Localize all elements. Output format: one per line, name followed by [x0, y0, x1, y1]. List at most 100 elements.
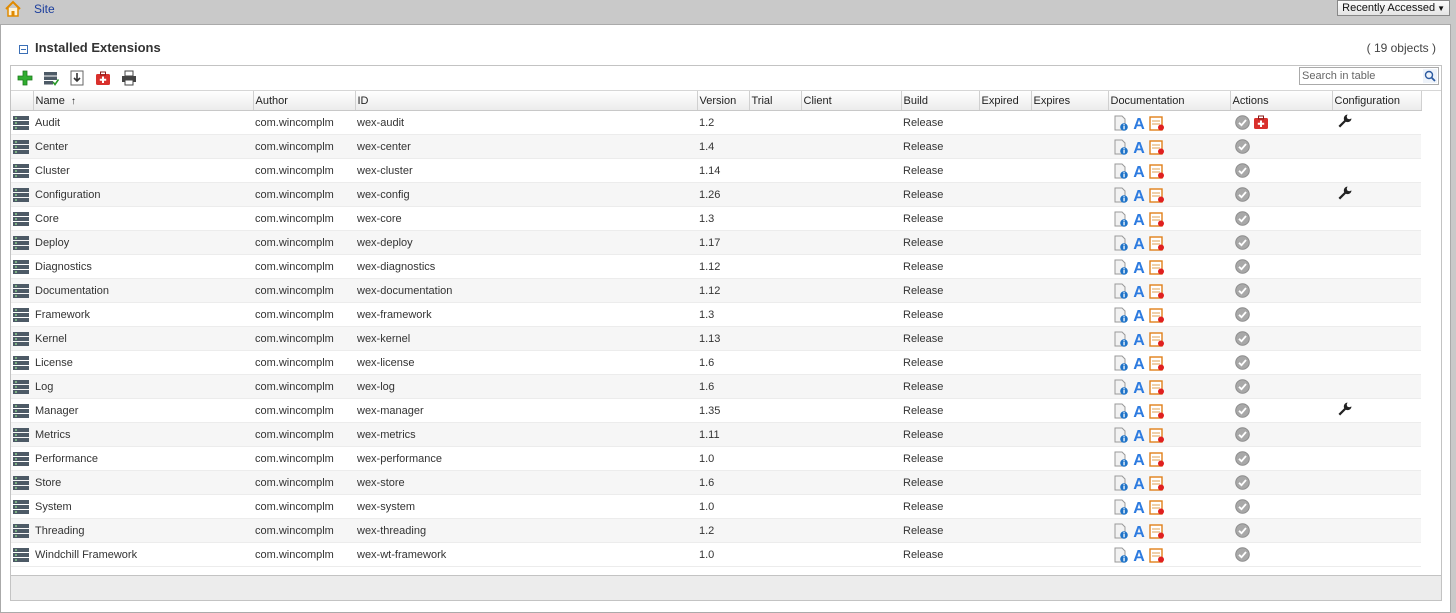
cell-name[interactable]: System	[33, 494, 253, 519]
status-ok-icon[interactable]	[1235, 211, 1250, 226]
cell-name[interactable]: Performance	[33, 446, 253, 471]
api-doc-icon[interactable]: A	[1132, 235, 1146, 251]
collapse-icon[interactable]	[19, 45, 28, 54]
cell-name[interactable]: Manager	[33, 398, 253, 423]
site-link[interactable]: Site	[34, 2, 55, 16]
column-header-expired[interactable]: Expired	[979, 91, 1032, 111]
cell-name[interactable]: Diagnostics	[33, 254, 253, 279]
api-doc-icon[interactable]: A	[1132, 283, 1146, 299]
table-row[interactable]: Center com.wincomplm wex-center 1.4 Release A	[11, 134, 1421, 159]
cell-name[interactable]: Documentation	[33, 278, 253, 303]
api-doc-icon[interactable]: A	[1132, 139, 1146, 155]
status-ok-icon[interactable]	[1235, 403, 1250, 418]
status-ok-icon[interactable]	[1235, 259, 1250, 274]
table-row[interactable]: Framework com.wincomplm wex-framework 1.3 Re…	[11, 302, 1421, 327]
status-ok-icon[interactable]	[1235, 283, 1250, 298]
status-ok-icon[interactable]	[1235, 547, 1250, 562]
cell-name[interactable]: Kernel	[33, 326, 253, 351]
info-doc-icon[interactable]	[1113, 211, 1129, 227]
info-doc-icon[interactable]	[1113, 547, 1129, 563]
info-doc-icon[interactable]	[1113, 283, 1129, 299]
api-doc-icon[interactable]: A	[1132, 499, 1146, 515]
status-ok-icon[interactable]	[1235, 331, 1250, 346]
info-doc-icon[interactable]	[1113, 139, 1129, 155]
wrench-icon[interactable]	[1334, 401, 1353, 420]
info-doc-icon[interactable]	[1113, 355, 1129, 371]
info-doc-icon[interactable]	[1113, 115, 1129, 131]
changelog-icon[interactable]	[1149, 403, 1165, 419]
changelog-icon[interactable]	[1149, 475, 1165, 491]
changelog-icon[interactable]	[1149, 283, 1165, 299]
status-ok-icon[interactable]	[1235, 163, 1250, 178]
api-doc-icon[interactable]: A	[1132, 331, 1146, 347]
status-ok-icon[interactable]	[1235, 307, 1250, 322]
table-row[interactable]: Store com.wincomplm wex-store 1.6 Release A	[11, 470, 1421, 495]
column-header-name[interactable]: Name ↑	[33, 91, 254, 111]
cell-name[interactable]: Store	[33, 470, 253, 495]
changelog-icon[interactable]	[1149, 355, 1165, 371]
changelog-icon[interactable]	[1149, 235, 1165, 251]
table-row[interactable]: Log com.wincomplm wex-log 1.6 Release A	[11, 374, 1421, 399]
cell-name[interactable]: Audit	[33, 110, 253, 135]
changelog-icon[interactable]	[1149, 259, 1165, 275]
api-doc-icon[interactable]: A	[1132, 115, 1146, 131]
changelog-icon[interactable]	[1149, 379, 1165, 395]
status-ok-icon[interactable]	[1235, 235, 1250, 250]
api-doc-icon[interactable]: A	[1132, 355, 1146, 371]
table-row[interactable]: Cluster com.wincomplm wex-cluster 1.14 Relea…	[11, 158, 1421, 183]
table-row[interactable]: License com.wincomplm wex-license 1.6 Releas…	[11, 350, 1421, 375]
changelog-icon[interactable]	[1149, 451, 1165, 467]
info-doc-icon[interactable]	[1113, 235, 1129, 251]
info-doc-icon[interactable]	[1113, 331, 1129, 347]
column-header-author[interactable]: Author	[253, 91, 356, 111]
server-check-icon[interactable]	[43, 70, 59, 86]
info-doc-icon[interactable]	[1113, 475, 1129, 491]
status-ok-icon[interactable]	[1235, 115, 1250, 130]
column-header-build[interactable]: Build	[901, 91, 980, 111]
table-row[interactable]: Threading com.wincomplm wex-threading 1.2 Re…	[11, 518, 1421, 543]
cell-name[interactable]: Cluster	[33, 158, 253, 183]
table-row[interactable]: Windchill Framework com.wincomplm wex-wt-f…	[11, 542, 1421, 567]
api-doc-icon[interactable]: A	[1132, 163, 1146, 179]
info-doc-icon[interactable]	[1113, 379, 1129, 395]
cell-name[interactable]: Deploy	[33, 230, 253, 255]
column-header-trial[interactable]: Trial	[749, 91, 802, 111]
column-header-documentation[interactable]: Documentation	[1108, 91, 1231, 111]
changelog-icon[interactable]	[1149, 139, 1165, 155]
cell-name[interactable]: Threading	[33, 518, 253, 543]
info-doc-icon[interactable]	[1113, 307, 1129, 323]
cell-name[interactable]: Framework	[33, 302, 253, 327]
repair-kit-icon[interactable]	[1253, 115, 1269, 130]
cell-name[interactable]: Configuration	[33, 182, 253, 207]
table-row[interactable]: Deploy com.wincomplm wex-deploy 1.17 Release…	[11, 230, 1421, 255]
status-ok-icon[interactable]	[1235, 355, 1250, 370]
column-header-configuration[interactable]: Configuration	[1332, 91, 1422, 111]
cell-name[interactable]: Log	[33, 374, 253, 399]
status-ok-icon[interactable]	[1235, 379, 1250, 394]
cell-name[interactable]: Center	[33, 134, 253, 159]
table-row[interactable]: Performance com.wincomplm wex-performance 1…	[11, 446, 1421, 471]
api-doc-icon[interactable]: A	[1132, 379, 1146, 395]
cell-name[interactable]: License	[33, 350, 253, 375]
sort-ascending-icon[interactable]: ↑	[71, 96, 76, 107]
table-row[interactable]: Diagnostics com.wincomplm wex-diagnostics 1…	[11, 254, 1421, 279]
api-doc-icon[interactable]: A	[1132, 187, 1146, 203]
info-doc-icon[interactable]	[1113, 403, 1129, 419]
table-row[interactable]: Manager com.wincomplm wex-manager 1.35 Relea…	[11, 398, 1421, 423]
column-header-actions[interactable]: Actions	[1230, 91, 1333, 111]
wrench-icon[interactable]	[1334, 113, 1353, 132]
table-row[interactable]: Metrics com.wincomplm wex-metrics 1.11 Relea…	[11, 422, 1421, 447]
api-doc-icon[interactable]: A	[1132, 427, 1146, 443]
changelog-icon[interactable]	[1149, 307, 1165, 323]
home-icon[interactable]	[4, 0, 22, 18]
add-icon[interactable]	[17, 70, 33, 86]
status-ok-icon[interactable]	[1235, 187, 1250, 202]
api-doc-icon[interactable]: A	[1132, 547, 1146, 563]
changelog-icon[interactable]	[1149, 211, 1165, 227]
table-row[interactable]: Documentation com.wincomplm wex-documentat…	[11, 278, 1421, 303]
print-icon[interactable]	[121, 70, 137, 86]
status-ok-icon[interactable]	[1235, 523, 1250, 538]
cell-name[interactable]: Metrics	[33, 422, 253, 447]
info-doc-icon[interactable]	[1113, 451, 1129, 467]
api-doc-icon[interactable]: A	[1132, 523, 1146, 539]
